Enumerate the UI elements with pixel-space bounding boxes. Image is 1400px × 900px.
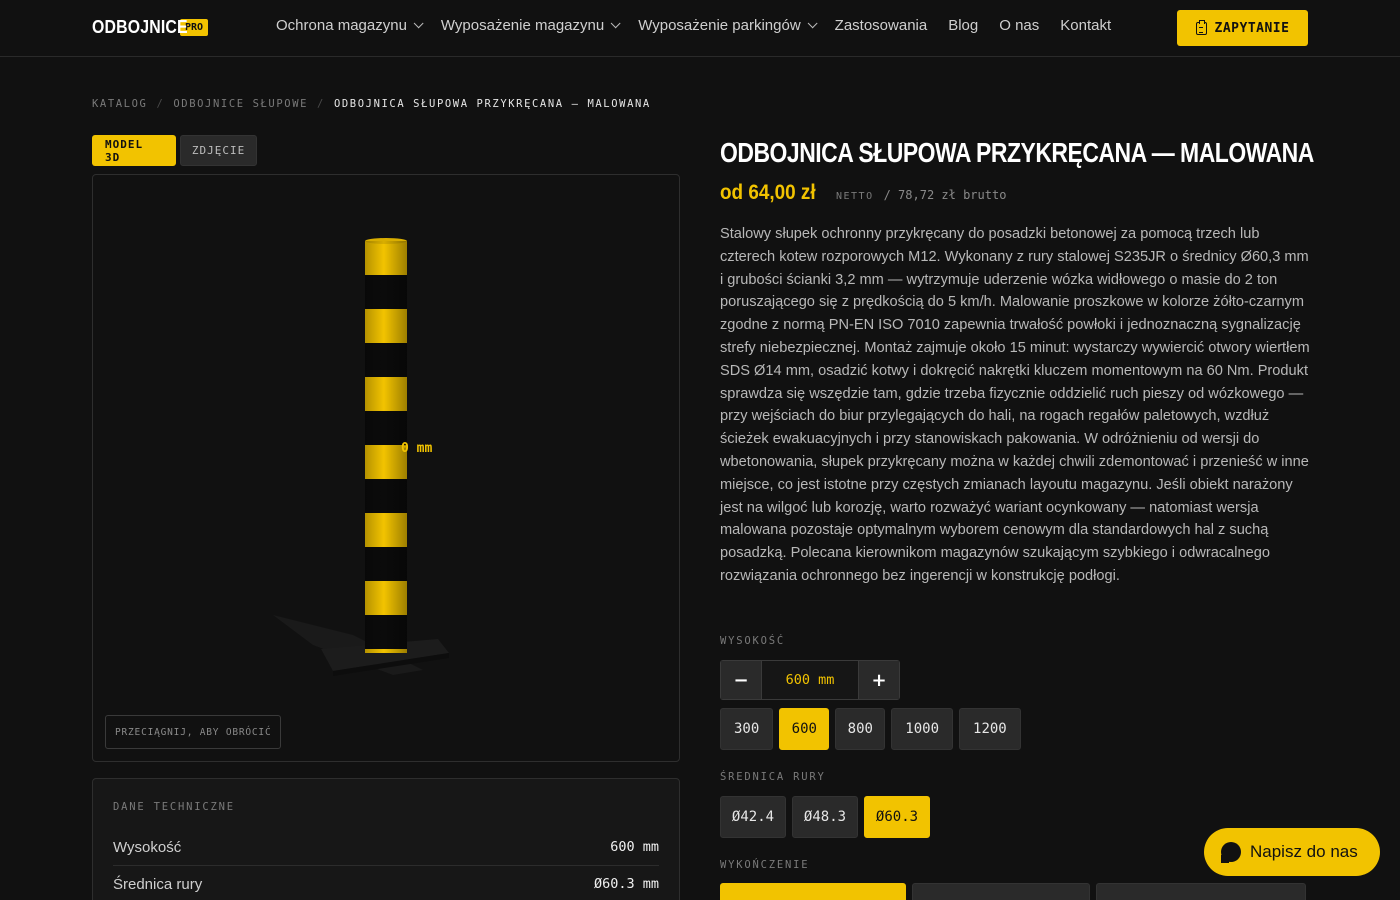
finish-option-painted[interactable] [720, 883, 906, 900]
tab-model-3d[interactable]: MODEL 3D [92, 135, 176, 166]
dimension-label: 0 mm [401, 441, 433, 456]
price-net-label: NETTO [836, 191, 874, 202]
tab-photo[interactable]: ZDJĘCIE [180, 135, 257, 166]
diameter-label: ŚREDNICA RURY [720, 771, 826, 783]
price-gross: / 78,72 zł brutto [883, 188, 1007, 202]
nav-label: Ochrona magazynu [276, 17, 407, 34]
height-option-1000[interactable]: 1000 [891, 708, 954, 750]
nav-item-kontakt[interactable]: Kontakt [1060, 17, 1111, 34]
height-input[interactable]: 600 mm [761, 661, 859, 699]
breadcrumb-item-category[interactable]: ODBOJNICE SŁUPOWE [173, 98, 308, 110]
diameter-option-42[interactable]: Ø42.4 [720, 796, 786, 838]
tech-key: Wysokość [113, 838, 182, 856]
technical-data-title: DANE TECHNICZNE [113, 801, 235, 813]
nav-item-wyposazenie-parkingow[interactable]: Wyposażenie parkingów [638, 17, 818, 34]
inquiry-button[interactable]: ZAPYTANIE [1177, 10, 1308, 46]
nav-label: Blog [948, 17, 979, 34]
height-option-1200[interactable]: 1200 [959, 708, 1021, 750]
height-label: WYSOKOŚĆ [720, 635, 785, 647]
product-title: ODBOJNICA SŁUPOWA PRZYKRĘCANA — MALOWANA [720, 137, 1314, 168]
tech-value: 600 mm [610, 839, 659, 855]
tech-key: Średnica rury [113, 875, 203, 893]
main-nav: Ochrona magazynu Wyposażenie magazynu Wy… [276, 17, 1132, 34]
nav-item-ochrona-magazynu[interactable]: Ochrona magazynu [276, 17, 424, 34]
diameter-options: Ø42.4 Ø48.3 Ø60.3 [720, 796, 930, 838]
nav-label: Zastosowania [834, 17, 928, 34]
clipboard-icon [1195, 19, 1207, 35]
viewer-tabs: MODEL 3D ZDJĘCIE [92, 135, 257, 166]
breadcrumb-item-katalog[interactable]: KATALOG [92, 98, 147, 110]
height-option-600[interactable]: 600 [779, 708, 830, 750]
nav-item-zastosowania[interactable]: Zastosowania [835, 17, 928, 34]
drag-hint: PRZECIĄGNIJ, ABY OBRÓCIĆ [105, 715, 282, 749]
chat-button[interactable]: Napisz do nas [1204, 828, 1380, 876]
breadcrumb-separator: / [156, 98, 165, 110]
chevron-down-icon [610, 18, 621, 29]
nav-label: Wyposażenie parkingów [638, 17, 801, 34]
diameter-option-60[interactable]: Ø60.3 [864, 796, 930, 838]
nav-label: Kontakt [1060, 17, 1112, 34]
breadcrumb-item-current: ODBOJNICA SŁUPOWA PRZYKRĘCANA — MALOWANA [333, 98, 651, 110]
nav-item-o-nas[interactable]: O nas [999, 17, 1039, 34]
price-net-value: od 64,00 zł [720, 181, 816, 204]
increment-button[interactable]: + [859, 661, 899, 699]
nav-item-wyposazenie-magazynu[interactable]: Wyposażenie magazynu [440, 17, 621, 34]
finish-option-3[interactable] [1096, 883, 1306, 900]
finish-option-2[interactable] [912, 883, 1090, 900]
technical-data-panel: DANE TECHNICZNE Wysokość 600 mm Średnica… [92, 778, 680, 900]
logo-text: ODBOJNICE [92, 17, 188, 37]
height-stepper: − 600 mm + [720, 660, 900, 700]
chat-button-label: Napisz do nas [1250, 842, 1358, 861]
chevron-down-icon [413, 18, 424, 29]
product-description: Stalowy słupek ochronny przykręcany do p… [720, 226, 1310, 584]
bollard-3d-model [273, 238, 449, 676]
price-block: od 64,00 zł NETTO / 78,72 zł brutto [720, 181, 1006, 205]
breadcrumb: KATALOG / ODBOJNICE SŁUPOWE / ODBOJNICA … [92, 98, 651, 110]
chevron-down-icon [807, 18, 818, 29]
breadcrumb-separator: / [317, 98, 325, 110]
tech-row-diameter: Średnica rury Ø60.3 mm [113, 866, 659, 900]
nav-item-blog[interactable]: Blog [948, 17, 978, 34]
decrement-button[interactable]: − [721, 661, 761, 699]
site-header: ODBOJNICE PRO Ochrona magazynu Wyposażen… [0, 0, 1400, 57]
chat-bubble-icon [1221, 842, 1241, 863]
height-options: 300 600 800 1000 1200 [720, 708, 1021, 750]
nav-label: O nas [999, 17, 1040, 34]
height-option-800[interactable]: 800 [835, 708, 886, 750]
inquiry-button-label: ZAPYTANIE [1214, 20, 1290, 36]
tech-row-height: Wysokość 600 mm [113, 829, 659, 866]
nav-label: Wyposażenie magazynu [440, 17, 605, 34]
logo[interactable]: ODBOJNICE PRO [92, 17, 209, 38]
finish-label: WYKOŃCZENIE [720, 859, 810, 871]
model-3d-viewer[interactable]: 0 mm PRZECIĄGNIJ, ABY OBRÓCIĆ [92, 174, 680, 762]
tech-value: Ø60.3 mm [593, 876, 659, 892]
height-option-300[interactable]: 300 [720, 708, 774, 750]
diameter-option-48[interactable]: Ø48.3 [792, 796, 858, 838]
